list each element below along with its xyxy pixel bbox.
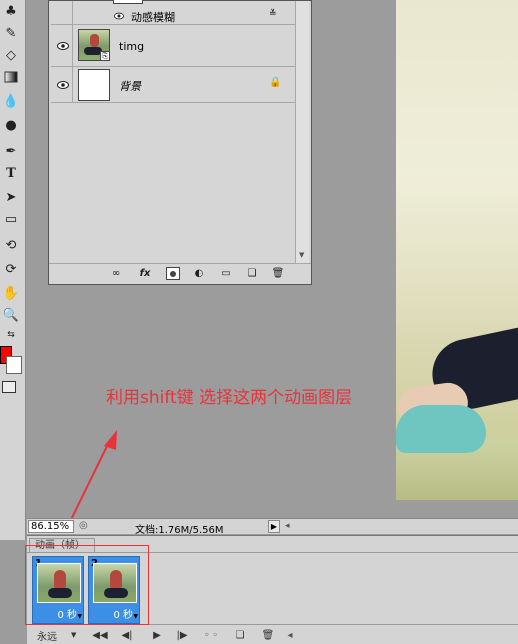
gradient-tool-icon[interactable] xyxy=(2,68,20,86)
layer-thumbnail: ⎘ xyxy=(78,29,110,61)
smart-object-icon: ⎘ xyxy=(100,51,110,61)
3d-rotate-icon[interactable]: ⟲ xyxy=(2,236,20,254)
status-icon: ◎ xyxy=(79,520,88,531)
status-menu-arrow-icon[interactable]: ▶ xyxy=(268,520,280,533)
shape-tool-icon[interactable]: ▭ xyxy=(2,210,20,228)
previous-frame-icon[interactable]: ◀| xyxy=(119,628,135,642)
trash-icon[interactable]: 🗑 xyxy=(271,267,285,280)
document-info: 文档:1.76M/5.56M xyxy=(135,525,224,536)
layers-panel: 动感模糊 ≚ ⎘ timg 背景 🔒 ▼ ∞ fx ◐ ▭ ❏ 🗑 xyxy=(48,0,312,285)
play-icon[interactable]: ▶ xyxy=(151,628,163,642)
tween-icon[interactable]: ⚬⚬ xyxy=(201,628,221,642)
layer-name: 背景 xyxy=(119,80,141,93)
scroll-left-icon[interactable]: ◂ xyxy=(285,628,295,642)
loop-value: 永远 xyxy=(37,631,57,643)
loop-select[interactable]: 永远 ▼ xyxy=(37,628,85,643)
effect-eye-icon[interactable] xyxy=(114,10,124,20)
quick-mask-icon[interactable] xyxy=(2,381,16,393)
hand-tool-icon[interactable]: ✋ xyxy=(2,284,20,302)
mask-icon[interactable] xyxy=(166,267,180,280)
effect-options-icon[interactable]: ≚ xyxy=(269,9,277,19)
scroll-left-icon[interactable]: ◂ xyxy=(285,521,290,531)
visibility-empty[interactable] xyxy=(53,1,73,24)
document-canvas-image[interactable] xyxy=(396,0,518,500)
history-brush-icon[interactable]: ✎ xyxy=(2,24,20,42)
frames-highlight-box xyxy=(25,545,149,625)
stamp-tool-icon[interactable]: ♣ xyxy=(2,2,20,20)
background-color-swatch[interactable] xyxy=(6,356,22,374)
first-frame-icon[interactable]: ◀◀ xyxy=(91,628,109,642)
layer-name: 动感模糊 xyxy=(131,11,175,24)
next-frame-icon[interactable]: |▶ xyxy=(174,628,190,642)
tools-panel: ♣ ✎ ◇ 💧 ● ✒ T ➤ ▭ ⟲ ⟳ ✋ 🔍 ⇆ xyxy=(0,0,26,540)
swap-colors-icon[interactable]: ⇆ xyxy=(2,326,20,344)
layer-thumbnail xyxy=(78,69,110,101)
scroll-down-icon[interactable]: ▼ xyxy=(299,251,304,259)
layer-row-background[interactable]: 背景 🔒 xyxy=(51,67,295,103)
layers-footer: ∞ fx ◐ ▭ ❏ 🗑 xyxy=(49,263,311,284)
zoom-field[interactable]: 86.15% xyxy=(28,520,74,533)
blur-tool-icon[interactable]: 💧 xyxy=(2,92,20,110)
animation-controls: 永远 ▼ ◀◀ ◀| ▶ |▶ ⚬⚬ ❏ 🗑 ◂ xyxy=(27,624,518,644)
path-selection-icon[interactable]: ➤ xyxy=(2,188,20,206)
group-icon[interactable]: ▭ xyxy=(219,267,233,280)
layer-thumbnail-partial xyxy=(113,0,143,4)
duplicate-frame-icon[interactable]: ❏ xyxy=(233,628,247,642)
delete-frame-icon[interactable]: 🗑 xyxy=(261,628,275,642)
lock-icon: 🔒 xyxy=(269,77,282,88)
link-icon[interactable]: ∞ xyxy=(109,267,123,280)
layer-name: timg xyxy=(119,40,145,53)
pen-tool-icon[interactable]: ✒ xyxy=(2,142,20,160)
layer-row-timg[interactable]: ⎘ timg xyxy=(51,25,295,67)
annotation-text: 利用shift键 选择这两个动画图层 xyxy=(106,388,353,408)
chevron-down-icon: ▼ xyxy=(71,631,77,639)
dodge-tool-icon[interactable]: ● xyxy=(2,116,20,134)
layers-scrollbar[interactable]: ▼ xyxy=(295,1,309,263)
layer-visibility-eye-icon[interactable] xyxy=(53,25,73,66)
fx-icon[interactable]: fx xyxy=(138,267,152,280)
adjustment-icon[interactable]: ◐ xyxy=(192,267,206,280)
layer-visibility-eye-icon[interactable] xyxy=(53,67,73,102)
type-tool-icon[interactable]: T xyxy=(2,164,20,182)
3d-orbit-icon[interactable]: ⟳ xyxy=(2,260,20,278)
new-layer-icon[interactable]: ❏ xyxy=(245,267,259,280)
status-bar: 86.15% ◎ 文档:1.76M/5.56M ▶ ◂ xyxy=(27,518,518,536)
eraser-tool-icon[interactable]: ◇ xyxy=(2,46,20,64)
layers-list: 动感模糊 ≚ ⎘ timg 背景 🔒 xyxy=(51,0,295,263)
layer-effect-row[interactable]: 动感模糊 ≚ xyxy=(51,0,295,25)
zoom-tool-icon[interactable]: 🔍 xyxy=(2,306,20,324)
